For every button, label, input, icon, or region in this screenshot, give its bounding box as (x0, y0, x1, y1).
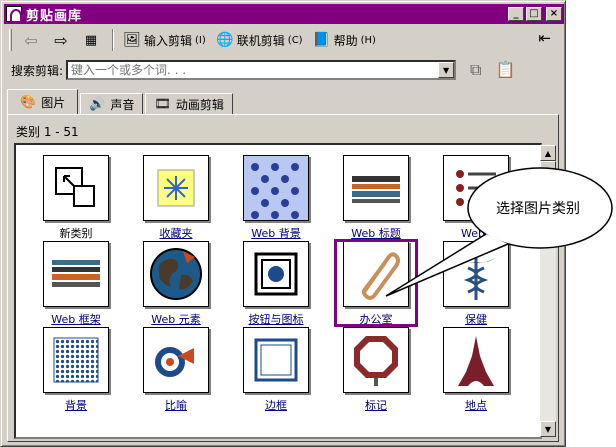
callout-text: 选择图片类别 (496, 201, 580, 217)
callout-balloon (385, 167, 613, 297)
